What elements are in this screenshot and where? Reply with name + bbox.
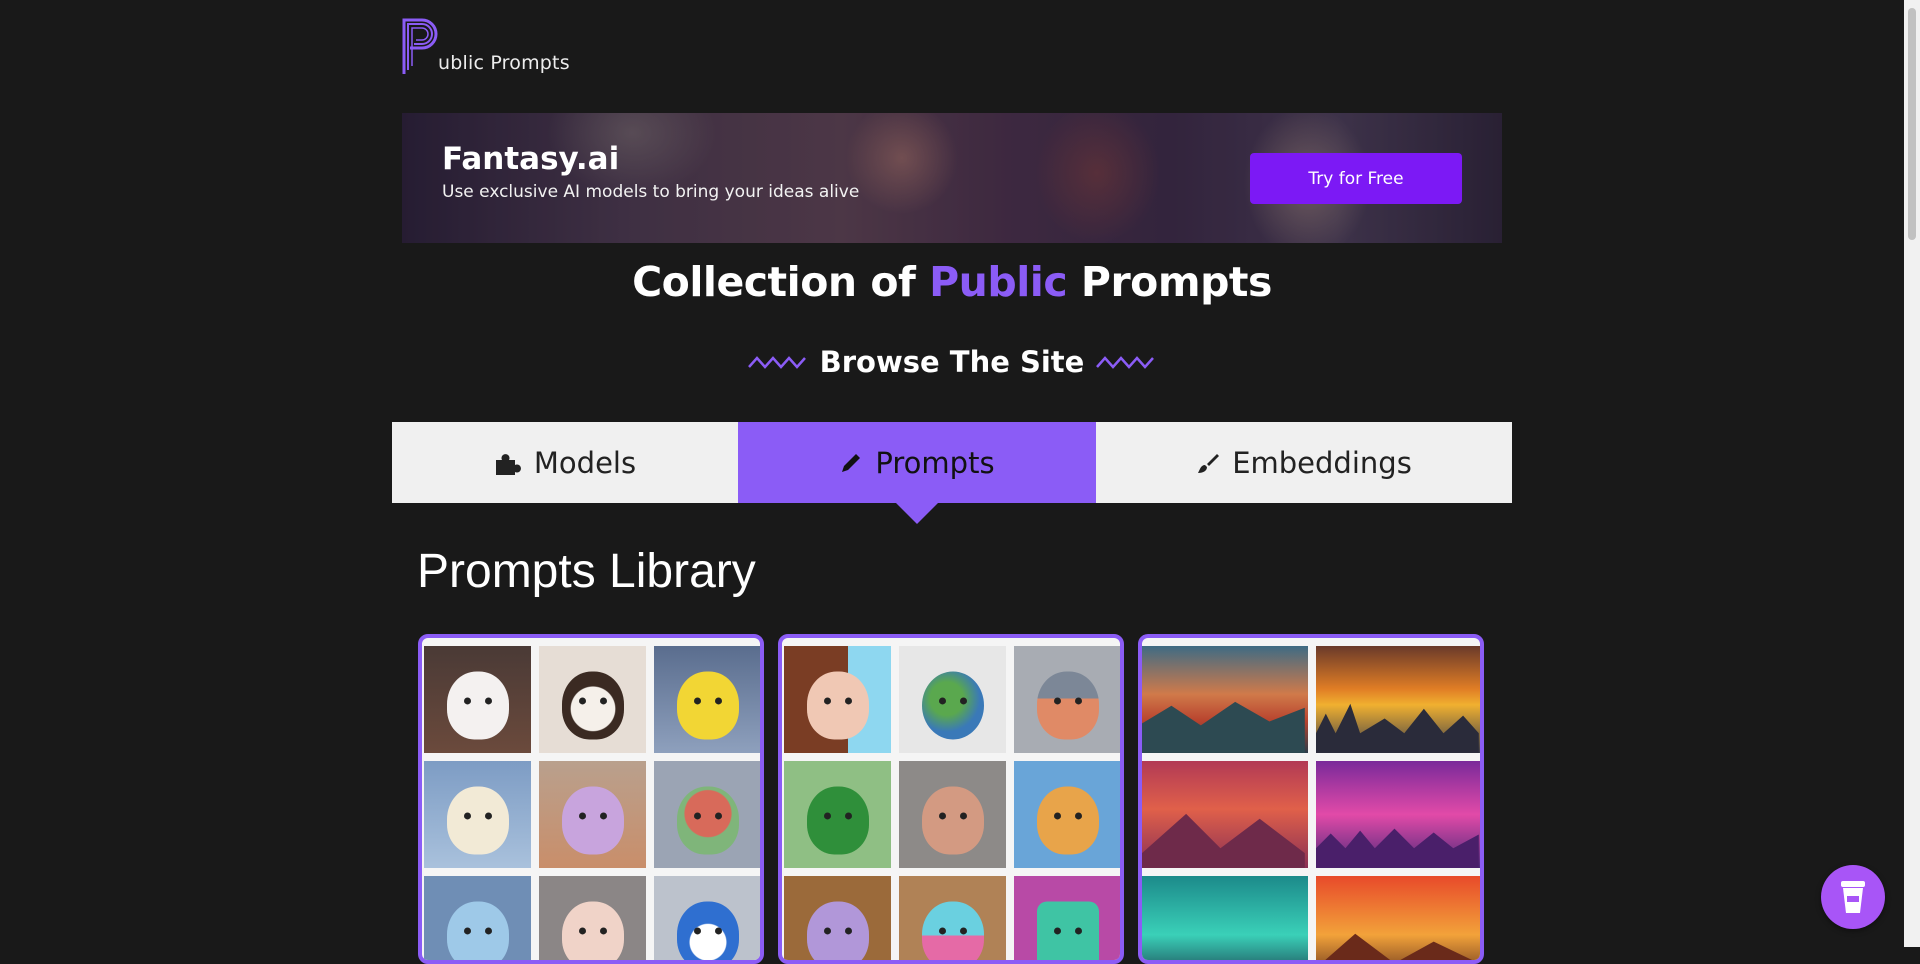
tab-prompts[interactable]: Prompts xyxy=(738,422,1096,524)
try-for-free-button[interactable]: Try for Free xyxy=(1250,153,1462,204)
thumb-elephant xyxy=(424,876,531,960)
scrollbar-thumb[interactable] xyxy=(1908,8,1916,240)
tab-models[interactable]: Models xyxy=(392,422,738,503)
logo-text: ublic Prompts xyxy=(438,52,570,74)
thumb-mountain-sunset xyxy=(1142,646,1308,753)
pencil-icon xyxy=(842,453,861,472)
thumb-cupcake xyxy=(899,876,1006,960)
site-logo[interactable]: ublic Prompts xyxy=(400,16,570,76)
title-accent: Public xyxy=(929,258,1068,306)
browse-heading: Browse The Site xyxy=(0,345,1904,379)
thumb-red-mountains xyxy=(1142,761,1308,868)
thumb-penguin xyxy=(654,876,760,960)
banner-title: Fantasy.ai xyxy=(442,141,620,177)
tab-embeddings[interactable]: Embeddings xyxy=(1096,422,1512,503)
thumb-octopus xyxy=(539,761,646,868)
thumb-hedgehog xyxy=(539,876,646,960)
banner-subtitle: Use exclusive AI models to bring your id… xyxy=(442,182,860,202)
fantasy-ai-banner[interactable]: Fantasy.ai Use exclusive AI models to br… xyxy=(402,113,1502,243)
thumb-lion xyxy=(539,646,646,753)
page-title: Collection of Public Prompts xyxy=(0,258,1904,306)
thumb-teapot xyxy=(784,876,891,960)
tab-embeddings-label: Embeddings xyxy=(1232,445,1412,480)
thumb-frog xyxy=(784,761,891,868)
thumb-bus xyxy=(1014,876,1120,960)
thumb-man-with-glasses xyxy=(899,761,1006,868)
browse-tabs: Models Prompts Embeddings xyxy=(392,422,1512,524)
page-scrollbar[interactable] xyxy=(1904,0,1920,947)
prompt-card-clay-figures[interactable] xyxy=(778,634,1124,964)
page: ublic Prompts Fantasy.ai Use exclusive A… xyxy=(0,0,1920,964)
thumb-pikachu xyxy=(654,646,760,753)
thumb-girl xyxy=(784,646,891,753)
brush-icon xyxy=(1198,453,1220,473)
thumb-totoro xyxy=(1014,646,1120,753)
prompts-library-title: Prompts Library xyxy=(417,545,756,598)
puzzle-icon xyxy=(495,453,521,475)
p-logo-icon xyxy=(402,18,438,74)
thumb-bunny xyxy=(424,761,531,868)
thumb-teal-lighthouse xyxy=(1142,876,1308,960)
thumb-city-sunset xyxy=(1316,646,1480,753)
tab-prompts-label: Prompts xyxy=(875,445,995,480)
tab-models-label: Models xyxy=(533,445,637,480)
thumb-earth xyxy=(899,646,1006,753)
buy-me-a-coffee-button[interactable] xyxy=(1821,865,1885,929)
thumb-purple-forest xyxy=(1316,761,1480,868)
thumb-cat xyxy=(424,646,531,753)
thumb-orange-hills xyxy=(1316,876,1480,960)
thumb-turtle xyxy=(654,761,760,868)
prompt-card-sunset-landscapes[interactable] xyxy=(1138,634,1484,964)
prompt-card-plush-animals[interactable] xyxy=(418,634,764,964)
coffee-cup-icon xyxy=(1841,881,1865,913)
zigzag-left-icon xyxy=(747,356,806,369)
zigzag-right-icon xyxy=(1096,356,1155,369)
thumb-giraffe xyxy=(1014,761,1120,868)
browse-label: Browse The Site xyxy=(819,345,1085,379)
title-part-2: Prompts xyxy=(1080,258,1273,306)
title-part-1: Collection of xyxy=(632,258,916,306)
